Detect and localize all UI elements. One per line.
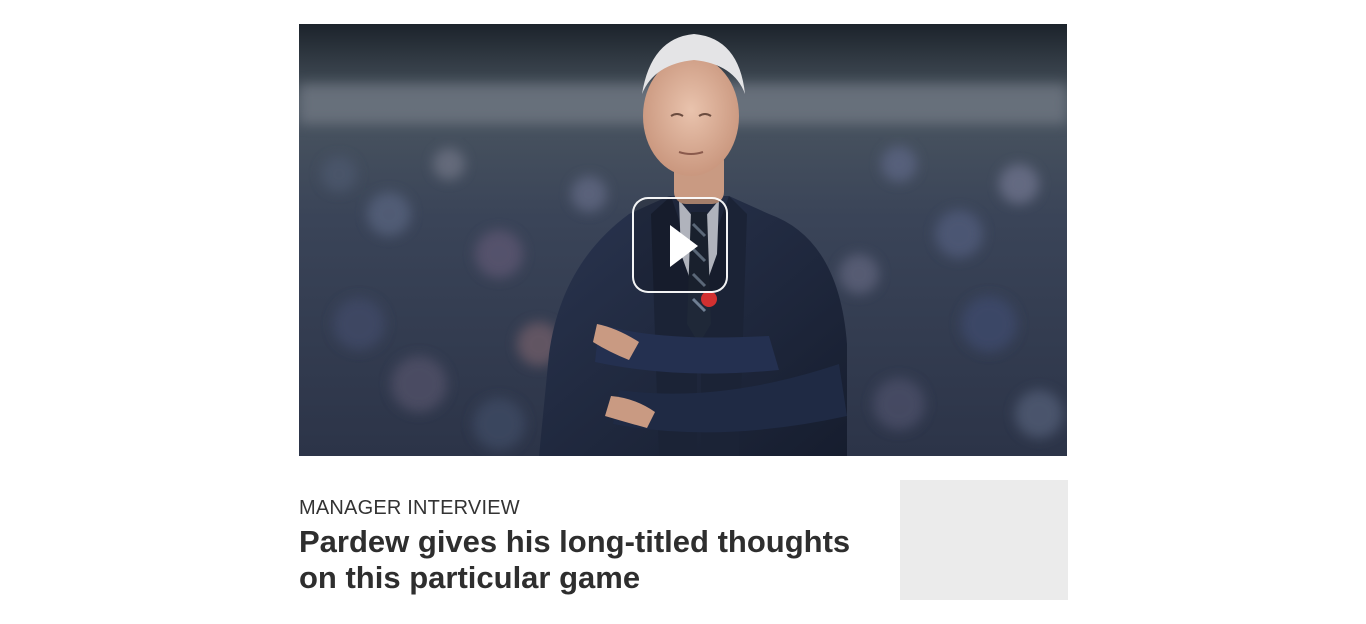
video-player[interactable] [299, 24, 1067, 456]
play-icon [670, 225, 698, 267]
page: MANAGER INTERVIEW Pardew gives his long-… [0, 0, 1366, 624]
article-meta: MANAGER INTERVIEW Pardew gives his long-… [299, 494, 889, 596]
play-button[interactable] [632, 197, 728, 293]
article-kicker: MANAGER INTERVIEW [299, 497, 520, 519]
ad-placeholder [900, 480, 1068, 600]
article-headline[interactable]: Pardew gives his long-titled thoughts on… [299, 524, 889, 596]
